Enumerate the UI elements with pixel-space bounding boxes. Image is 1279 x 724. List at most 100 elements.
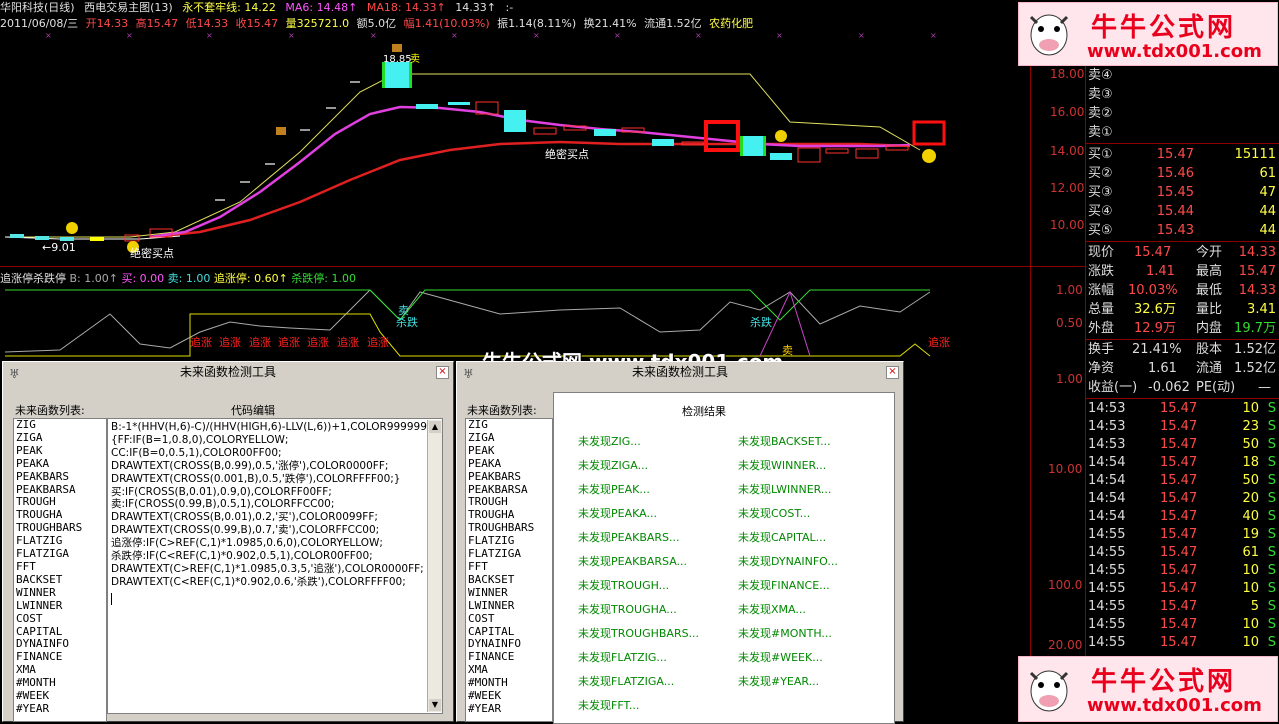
- buy-4[interactable]: 买④ 15.44 44: [1086, 202, 1279, 221]
- formula-name[interactable]: 西电交易主图(13): [84, 1, 173, 14]
- left-function-list-item[interactable]: BACKSET: [14, 573, 106, 587]
- left-function-list-item[interactable]: WINNER: [14, 586, 106, 600]
- result-item: 未发现#WEEK...: [738, 651, 823, 664]
- ma18-value: MA18: 14.33↑: [366, 1, 446, 14]
- tick-volume: 50: [1242, 473, 1259, 488]
- cow-icon: [1029, 14, 1069, 56]
- header-dots: :-: [505, 1, 514, 14]
- text-caret: [111, 592, 112, 605]
- sell-1[interactable]: 卖①: [1086, 123, 1279, 142]
- scroll-up-icon[interactable]: ▲: [429, 421, 441, 433]
- code-editor[interactable]: B:-1*(HHV(H,6)-C)/(HHV(HIGH,6)-LLV(L,6))…: [107, 418, 443, 714]
- right-function-list[interactable]: ZIG ZIGA PEAK PEAKA PEAKBARS PEAKBARSA TROUGH T…: [465, 418, 553, 722]
- tick-side: S: [1267, 635, 1276, 650]
- tick-price: 15.47: [1160, 473, 1198, 488]
- result-item: 未发现PEAKBARS...: [578, 531, 680, 544]
- sell-flag: 卖: [410, 53, 420, 65]
- buy-2[interactable]: 买② 15.46 61: [1086, 164, 1279, 183]
- tick-side: S: [1267, 509, 1276, 524]
- tick-volume: 23: [1242, 419, 1259, 434]
- tick-time: 14:53: [1088, 437, 1126, 452]
- left-function-list-item[interactable]: ZIG: [14, 419, 106, 432]
- right-function-list-item[interactable]: BACKSET: [466, 573, 552, 587]
- right-function-list-item[interactable]: FFT: [466, 560, 552, 574]
- tick-time: 14:55: [1088, 599, 1126, 614]
- svg-text:×: ×: [858, 32, 865, 40]
- chart-header: 华阳科技(日线) 西电交易主图(13) 永不套牢线: 14.22 MA6: 14…: [0, 0, 1080, 16]
- zhui-label-7: 追涨: [367, 335, 389, 349]
- mai-label-1: 卖: [398, 304, 409, 317]
- code-line: DRAWTEXT(C<REF(C,1)*0.902,0.6,'杀跌'),COLO…: [111, 575, 406, 588]
- sell-2[interactable]: 卖②: [1086, 104, 1279, 123]
- tick-time: 14:54: [1088, 473, 1126, 488]
- svg-text:×: ×: [614, 32, 621, 40]
- tick-volume: 5: [1250, 599, 1259, 614]
- result-item: 未发现#MONTH...: [738, 627, 832, 640]
- tick-price: 15.47: [1160, 617, 1198, 632]
- left-window-title: 未来函数检测工具: [179, 365, 276, 379]
- tick-price: 15.47: [1160, 509, 1198, 524]
- code-scrollbar[interactable]: ▲ ▼: [427, 420, 442, 712]
- right-function-list-item[interactable]: #YEAR: [466, 702, 552, 716]
- axis-14: 14.00: [1050, 144, 1085, 158]
- lower-axis-20: 20.00: [1048, 638, 1083, 652]
- right-function-list-item[interactable]: PEAK: [466, 444, 552, 458]
- tick-price: 15.47: [1160, 527, 1198, 542]
- bar-turnover: 换21.41%: [583, 17, 637, 30]
- left-function-list[interactable]: ZIG ZIGA PEAK PEAKA PEAKBARS PEAKBARSA TROUGH T…: [13, 418, 107, 722]
- tick-side: S: [1267, 491, 1276, 506]
- code-line: 卖:IF(CROSS(0.99,B),0.5,1),COLORFFCC00;: [111, 498, 335, 511]
- close-icon[interactable]: ×: [436, 366, 449, 379]
- left-window-titlebar[interactable]: ♅ 未来函数检测工具 ×: [3, 362, 453, 382]
- tick-price: 15.47: [1160, 401, 1198, 416]
- result-item: 未发现PEAKA...: [578, 507, 657, 520]
- left-function-list-item[interactable]: FFT: [14, 560, 106, 574]
- axis-18: 18.00: [1050, 67, 1085, 81]
- chart-separator: [0, 266, 1086, 267]
- result-label: 检测结果: [682, 405, 726, 418]
- zhui-label-1: 追涨: [190, 335, 212, 349]
- left-function-list-item[interactable]: #YEAR: [14, 702, 106, 716]
- right-window-titlebar[interactable]: ♅ 未来函数检测工具 ×: [457, 362, 903, 382]
- bar-industry: 农药化肥: [709, 17, 754, 30]
- right-function-list-item[interactable]: ZIGA: [466, 431, 552, 445]
- buy-5[interactable]: 买⑤ 15.43 44: [1086, 221, 1279, 240]
- sell-3[interactable]: 卖③: [1086, 85, 1279, 104]
- right-function-list-item[interactable]: COST: [466, 612, 552, 626]
- left-detect-window[interactable]: ♅ 未来函数检测工具 × 未来函数列表: ZIG ZIGA PEAK PEAKA PEA…: [2, 361, 454, 722]
- ind-axis-1: 1.00: [1056, 283, 1083, 297]
- left-function-list-item[interactable]: PEAK: [14, 444, 106, 458]
- left-function-list-item[interactable]: PEAKBARS: [14, 470, 106, 484]
- buy-3[interactable]: 买③ 15.45 47: [1086, 183, 1279, 202]
- tick-price: 15.47: [1160, 563, 1198, 578]
- scroll-down-icon[interactable]: ▼: [429, 699, 441, 711]
- right-function-list-item[interactable]: ZIG: [466, 419, 552, 432]
- right-function-list-item[interactable]: WINNER: [466, 586, 552, 600]
- lower-axis-10: 10.00: [1048, 462, 1083, 476]
- left-function-list-item[interactable]: #WEEK: [14, 689, 106, 703]
- right-detect-window[interactable]: ♅ 未来函数检测工具 × 未来函数列表: ZIG ZIGA PEAK PEAKA PEA…: [456, 361, 904, 724]
- logo-name-bottom: 牛牛公式网: [1091, 667, 1237, 697]
- tick-row: 14:53 15.47 50 S: [1086, 435, 1279, 454]
- sell-4[interactable]: 卖④: [1086, 66, 1279, 85]
- kline-chart[interactable]: × × × × × × × × × × × × ←9.01 绝密买点 绝密买点 …: [0, 32, 1030, 265]
- result-item: 未发现#YEAR...: [738, 675, 820, 688]
- close-icon-2[interactable]: ×: [886, 366, 899, 379]
- tick-side: S: [1267, 455, 1276, 470]
- ma6-line: [149, 105, 911, 239]
- svg-text:×: ×: [126, 32, 133, 40]
- tick-side: S: [1267, 545, 1276, 560]
- buy-1[interactable]: 买① 15.47 15111: [1086, 145, 1279, 164]
- stat-row-4: 总量 32.6万 量比 3.41: [1088, 302, 1276, 317]
- tick-volume: 10: [1242, 635, 1259, 650]
- left-function-list-item[interactable]: COST: [14, 612, 106, 626]
- right-function-list-item[interactable]: #WEEK: [466, 689, 552, 703]
- left-function-list-item[interactable]: ZIGA: [14, 431, 106, 445]
- right-function-list-item[interactable]: LWINNER: [466, 599, 552, 613]
- zhui-label-2: 追涨: [219, 335, 241, 349]
- result-item: 未发现LWINNER...: [738, 483, 832, 496]
- right-function-list-item[interactable]: PEAKBARS: [466, 470, 552, 484]
- left-function-list-item[interactable]: PEAKA: [14, 457, 106, 471]
- left-function-list-item[interactable]: LWINNER: [14, 599, 106, 613]
- right-function-list-item[interactable]: PEAKA: [466, 457, 552, 471]
